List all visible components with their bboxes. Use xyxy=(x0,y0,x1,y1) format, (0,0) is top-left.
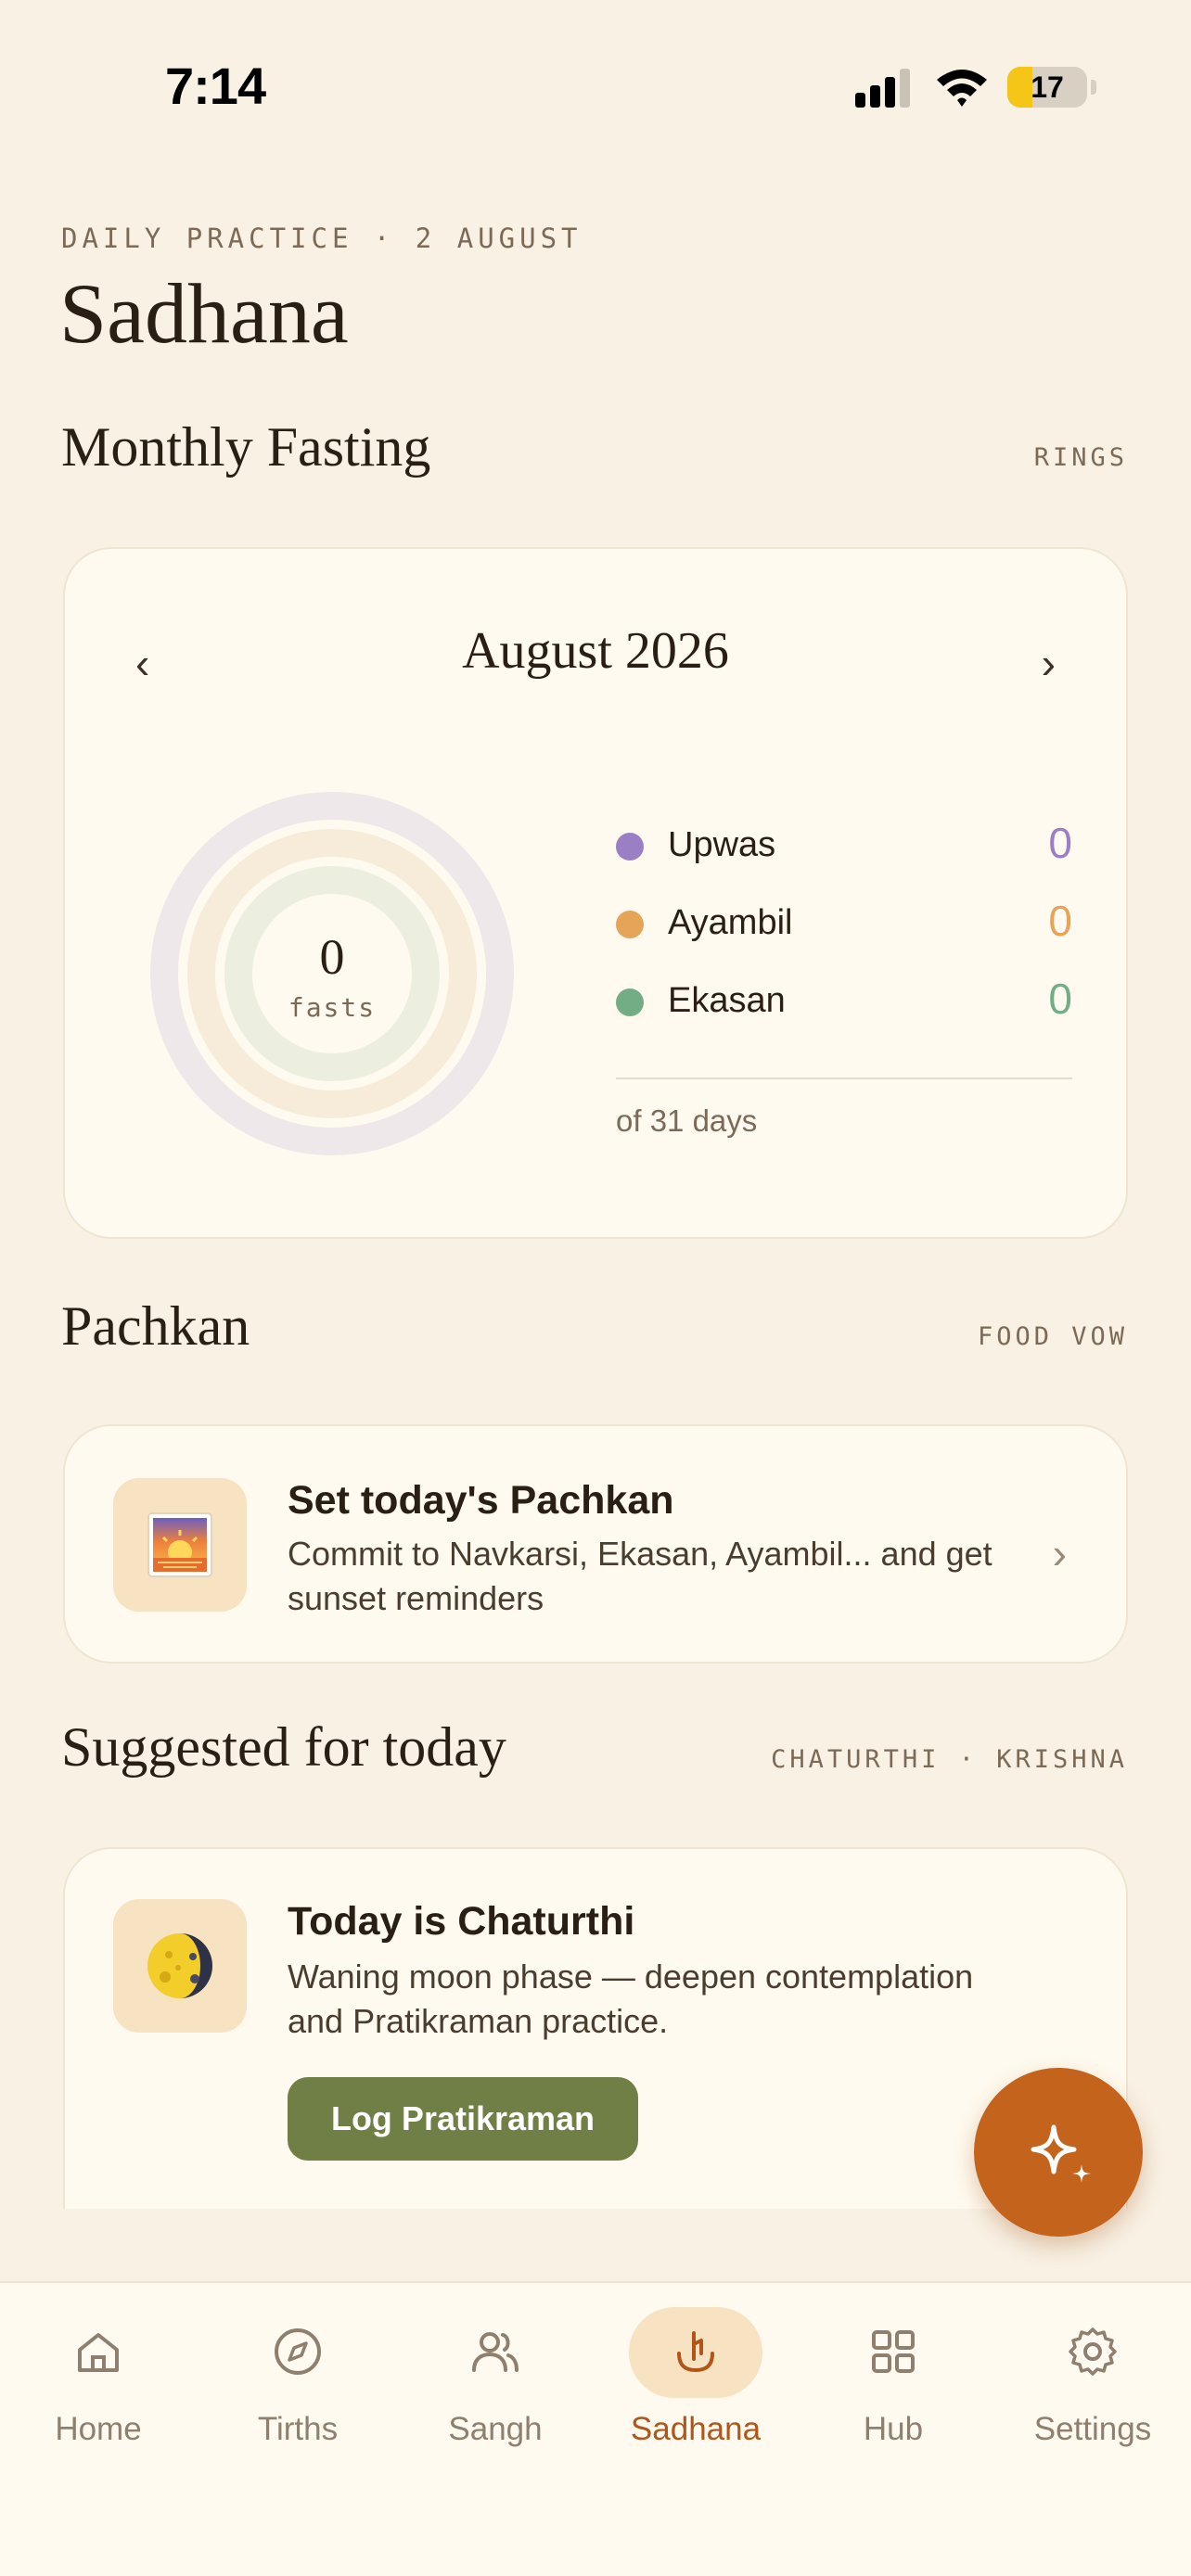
tab-label: Hub xyxy=(863,2411,924,2447)
home-icon xyxy=(78,2333,119,2372)
pachkan-title: Pachkan xyxy=(61,1295,250,1357)
legend-label: Ekasan xyxy=(668,981,786,1020)
ayambil-dot xyxy=(616,911,644,938)
of-days-label: of 31 days xyxy=(616,1103,758,1138)
chevron-right-icon[interactable]: › xyxy=(1042,638,1056,688)
suggestion-card-title: Today is Chaturthi xyxy=(288,1899,635,1944)
monthly-fasting-card: ‹ August 2026 › 0 fasts Upwas 0 Ayambil … xyxy=(63,547,1128,1239)
tab-tirths[interactable]: Tirths xyxy=(224,2315,372,2454)
total-fasts-count: 0 xyxy=(320,929,345,985)
legend-divider xyxy=(616,1078,1072,1079)
tab-label: Sadhana xyxy=(630,2411,762,2447)
moon-icon xyxy=(147,1933,212,1998)
battery-tip xyxy=(1091,80,1096,95)
legend-row-upwas: Upwas 0 xyxy=(616,818,1072,874)
page-title: Sadhana xyxy=(59,266,349,361)
status-time: 7:14 xyxy=(165,57,266,115)
grid-icon xyxy=(872,2330,915,2373)
wifi-icon xyxy=(937,70,987,107)
food-vow-tag: FOOD VOW xyxy=(977,1322,1128,1351)
total-fasts-unit: fasts xyxy=(288,992,376,1023)
tab-label: Sangh xyxy=(448,2411,543,2447)
upwas-dot xyxy=(616,833,644,861)
users-icon xyxy=(472,2332,519,2372)
pachkan-card-title: Set today's Pachkan xyxy=(288,1478,674,1523)
tab-label: Home xyxy=(55,2411,142,2447)
gear-icon xyxy=(1069,2327,1117,2376)
suggestion-icon-tile xyxy=(113,1899,247,2033)
ai-assistant-fab[interactable] xyxy=(974,2068,1143,2237)
legend-count: 0 xyxy=(1048,819,1072,867)
fasting-rings-chart: 0 fasts xyxy=(150,792,514,1155)
legend-row-ayambil: Ayambil 0 xyxy=(616,896,1072,951)
pachkan-icon-tile xyxy=(113,1478,247,1612)
rings-tag[interactable]: RINGS xyxy=(1034,443,1128,472)
bottom-tab-bar: Home Tirths Sangh Sadhana Hub Settings xyxy=(0,2281,1191,2576)
chaturthi-krishna-tag: CHATURTHI · KRISHNA xyxy=(771,1745,1128,1774)
legend-row-ekasan: Ekasan 0 xyxy=(616,974,1072,1029)
legend-label: Ayambil xyxy=(668,903,793,942)
sunset-icon xyxy=(147,1512,212,1577)
ekasan-dot xyxy=(616,988,644,1016)
pachkan-card-body: Commit to Navkarsi, Ekasan, Ayambil... a… xyxy=(288,1535,992,1617)
tab-settings[interactable]: Settings xyxy=(1018,2315,1167,2454)
chevron-right-icon[interactable]: › xyxy=(1053,1528,1067,1578)
cellular-signal-icon xyxy=(855,69,910,108)
tab-home[interactable]: Home xyxy=(24,2315,173,2454)
suggested-title: Suggested for today xyxy=(61,1716,506,1778)
legend-label: Upwas xyxy=(668,825,776,864)
month-label: August 2026 xyxy=(462,622,729,680)
compass-icon xyxy=(275,2328,321,2375)
page-eyebrow: DAILY PRACTICE · 2 AUGUST xyxy=(61,223,583,254)
suggestion-card: Today is Chaturthi Waning moon phase — d… xyxy=(63,1847,1128,2209)
tab-hub[interactable]: Hub xyxy=(819,2315,967,2454)
battery-icon: 17 xyxy=(1007,67,1087,108)
legend-count: 0 xyxy=(1048,975,1072,1023)
battery-level: 17 xyxy=(1031,70,1064,104)
log-pratikraman-button[interactable]: Log Pratikraman xyxy=(288,2077,638,2161)
sadhana-icon xyxy=(677,2331,714,2373)
tab-sangh[interactable]: Sangh xyxy=(421,2315,570,2454)
sparkle-icon xyxy=(1031,2124,1091,2183)
tab-sadhana[interactable]: Sadhana xyxy=(621,2307,770,2454)
legend-count: 0 xyxy=(1048,897,1072,945)
set-pachkan-card[interactable]: Set today's Pachkan Commit to Navkarsi, … xyxy=(63,1424,1128,1664)
monthly-fasting-title: Monthly Fasting xyxy=(61,416,431,478)
suggestion-card-body: Waning moon phase — deepen contemplation… xyxy=(288,1958,974,2040)
tab-label: Settings xyxy=(1033,2411,1152,2447)
tab-label: Tirths xyxy=(257,2411,339,2447)
status-bar: 7:14 17 xyxy=(0,0,1191,176)
